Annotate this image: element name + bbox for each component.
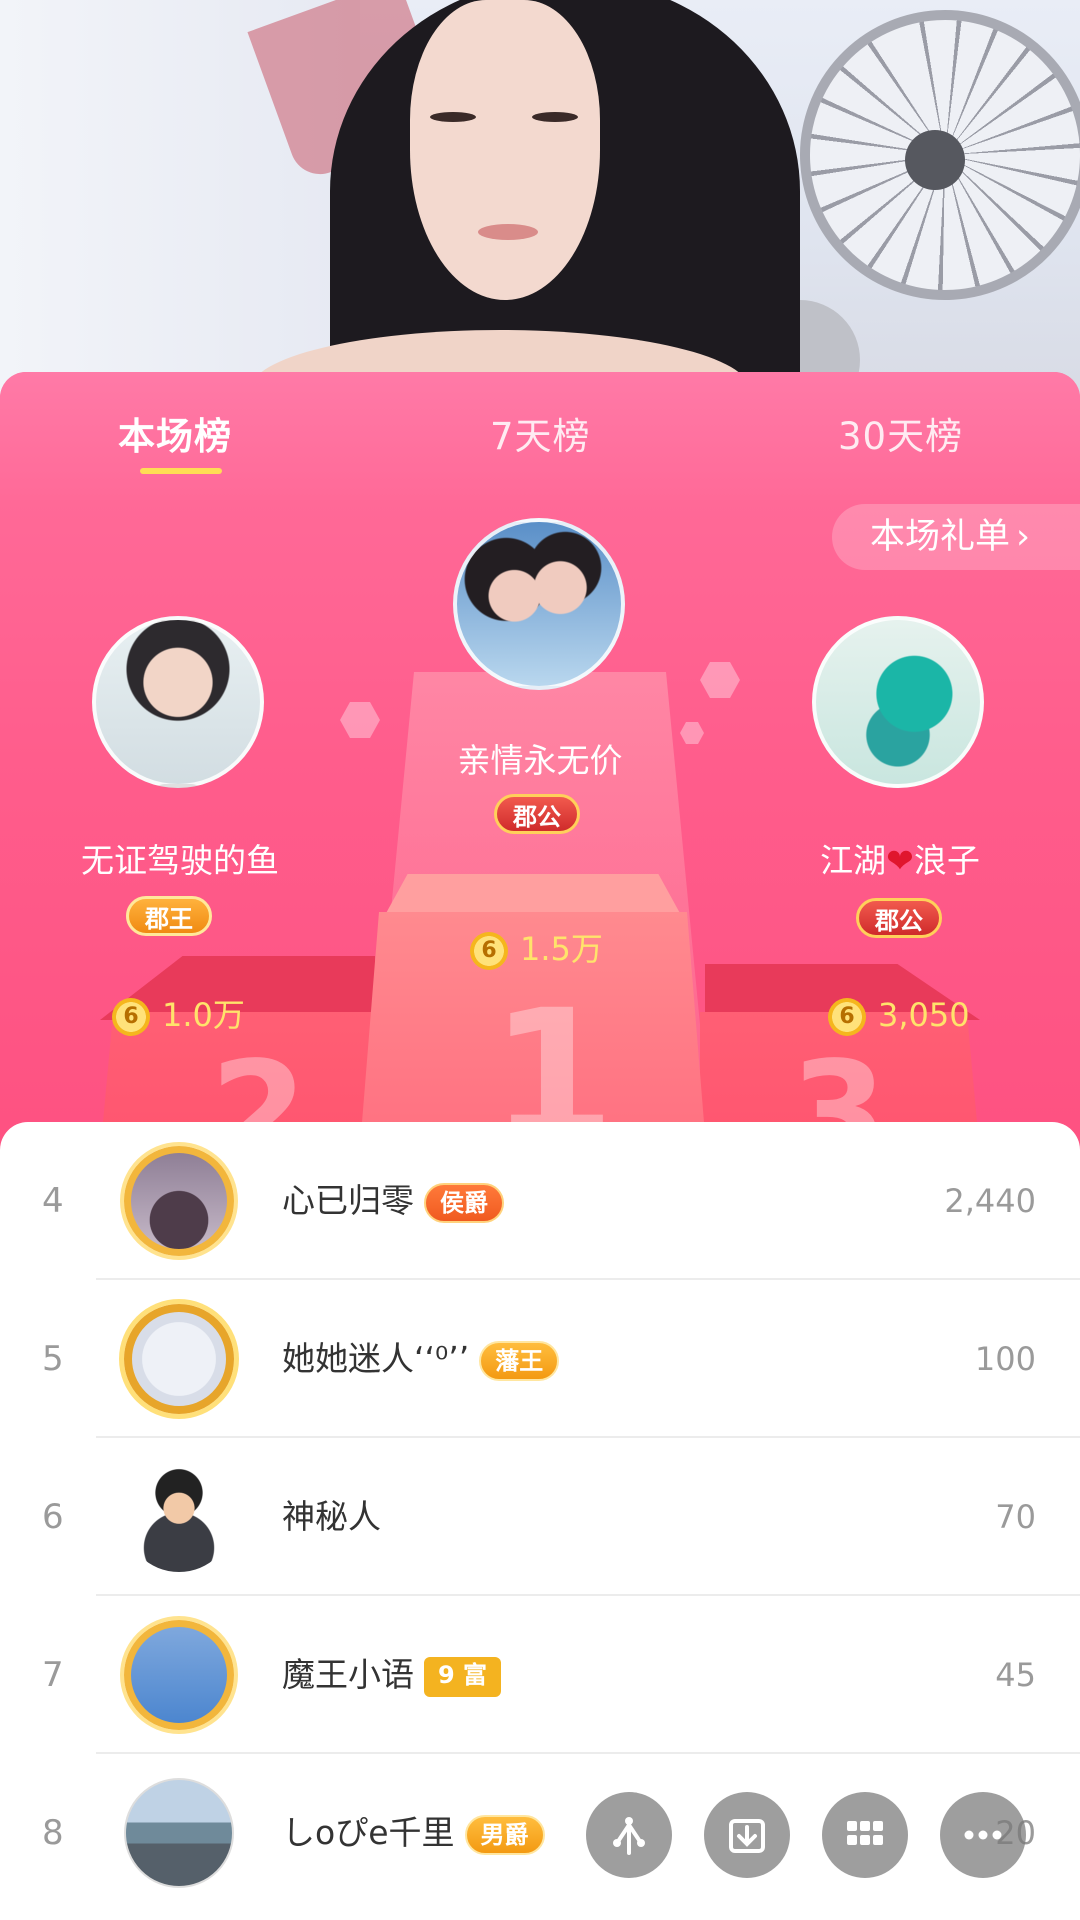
rank-3-title-badge: 郡公 bbox=[856, 898, 942, 938]
rank-2-score-value: 1.0万 bbox=[162, 996, 245, 1034]
tab-30-days[interactable]: 30天榜 bbox=[838, 406, 963, 460]
rank-1-title-badge: 郡公 bbox=[494, 794, 580, 834]
heart-icon: ❤ bbox=[886, 841, 914, 880]
live-video[interactable] bbox=[0, 0, 1080, 400]
avatar[interactable] bbox=[124, 1146, 234, 1256]
rank-number: 5 bbox=[42, 1339, 64, 1379]
download-button[interactable] bbox=[704, 1792, 790, 1878]
active-tab-indicator bbox=[140, 468, 222, 474]
list-item[interactable]: 7 魔王小语 9 富 45 bbox=[0, 1596, 1080, 1754]
ranking-list[interactable]: 4 心已归零 侯爵 2,440 5 她她迷人ʻʻ⁰ʼʼ 藩王 100 6 神秘人 7… bbox=[0, 1122, 1080, 1920]
grid-icon bbox=[847, 1821, 883, 1845]
mystery-user-avatar[interactable] bbox=[124, 1462, 234, 1572]
rank-number: 4 bbox=[42, 1181, 64, 1221]
tab-current-session[interactable]: 本场榜 bbox=[118, 406, 232, 460]
user-name: 心已归零 侯爵 bbox=[282, 1122, 504, 1280]
title-badge: 男爵 bbox=[464, 1814, 545, 1855]
streamer-face bbox=[410, 0, 600, 300]
rank-3-name: 江湖❤浪子 bbox=[760, 834, 1040, 882]
rank-2-avatar[interactable] bbox=[92, 616, 264, 788]
share-icon bbox=[613, 1817, 645, 1855]
user-name: 神秘人 bbox=[282, 1497, 381, 1536]
rank-3-score-value: 3,050 bbox=[878, 996, 970, 1034]
contribution-value: 45 bbox=[995, 1656, 1036, 1694]
hexagon-decoration bbox=[700, 662, 740, 698]
rank-2-name: 无证驾驶的鱼 bbox=[81, 841, 279, 880]
list-item[interactable]: 8 しoぴe千里男爵 20 bbox=[0, 1754, 1080, 1912]
tab-7-days[interactable]: 7天榜 bbox=[490, 406, 591, 460]
rank-3-name-part2: 浪子 bbox=[913, 841, 980, 880]
title-badge: 侯爵 bbox=[424, 1182, 504, 1223]
gift-list-button[interactable]: 本场礼单 › bbox=[832, 504, 1080, 570]
contribution-value: 2,440 bbox=[944, 1182, 1036, 1220]
contribution-value: 70 bbox=[995, 1498, 1036, 1536]
video-fan-center bbox=[905, 130, 965, 190]
coin-icon: 6 bbox=[828, 998, 866, 1036]
user-name: 魔王小语 9 富 bbox=[282, 1596, 502, 1754]
more-icon bbox=[964, 1830, 1002, 1840]
rank-3-name-part1: 江湖 bbox=[820, 841, 887, 880]
streamer-eye bbox=[532, 112, 578, 122]
hexagon-decoration bbox=[340, 702, 380, 738]
rank-1-avatar[interactable] bbox=[453, 518, 625, 690]
hexagon-decoration bbox=[680, 722, 704, 744]
rank-number: 6 bbox=[42, 1497, 64, 1537]
rank-2-score: 6 1.0万 bbox=[112, 990, 245, 1036]
rank-1-score: 6 1.5万 bbox=[470, 924, 603, 970]
list-item[interactable]: 6 神秘人 70 bbox=[0, 1438, 1080, 1596]
rank-1-name: 亲情永无价 bbox=[457, 741, 623, 780]
user-name: しoぴe千里 男爵 bbox=[282, 1754, 545, 1912]
rank-number: 8 bbox=[42, 1813, 64, 1853]
list-item[interactable]: 5 她她迷人ʻʻ⁰ʼʼ 藩王 100 bbox=[0, 1280, 1080, 1438]
rank-3-score: 6 3,050 bbox=[828, 996, 970, 1036]
wealth-level-badge: 9 富 bbox=[424, 1656, 502, 1697]
more-button[interactable] bbox=[940, 1792, 1026, 1878]
rank-number: 7 bbox=[42, 1655, 64, 1695]
coin-icon: 6 bbox=[470, 932, 508, 970]
title-badge: 藩王 bbox=[479, 1340, 560, 1381]
share-button[interactable] bbox=[586, 1792, 672, 1878]
rank-1-score-value: 1.5万 bbox=[520, 930, 603, 968]
avatar[interactable] bbox=[124, 1304, 234, 1414]
chevron-right-icon: › bbox=[1016, 517, 1031, 557]
streamer-lips bbox=[478, 224, 538, 240]
coin-icon: 6 bbox=[112, 998, 150, 1036]
download-icon bbox=[729, 1819, 765, 1853]
list-item[interactable]: 4 心已归零 侯爵 2,440 bbox=[0, 1122, 1080, 1280]
streamer-eye bbox=[430, 112, 476, 122]
ranking-tabs: 本场榜 7天榜 30天榜 bbox=[0, 372, 1080, 500]
rank-2-title-badge: 郡王 bbox=[126, 896, 212, 936]
user-name: 她她迷人ʻʻ⁰ʼʼ 藩王 bbox=[282, 1280, 560, 1438]
gift-list-label: 本场礼单 bbox=[870, 517, 1011, 557]
avatar[interactable] bbox=[124, 1620, 234, 1730]
contribution-value: 100 bbox=[974, 1340, 1036, 1378]
grid-button[interactable] bbox=[822, 1792, 908, 1878]
rank-3-avatar[interactable] bbox=[812, 616, 984, 788]
avatar[interactable] bbox=[124, 1778, 234, 1888]
